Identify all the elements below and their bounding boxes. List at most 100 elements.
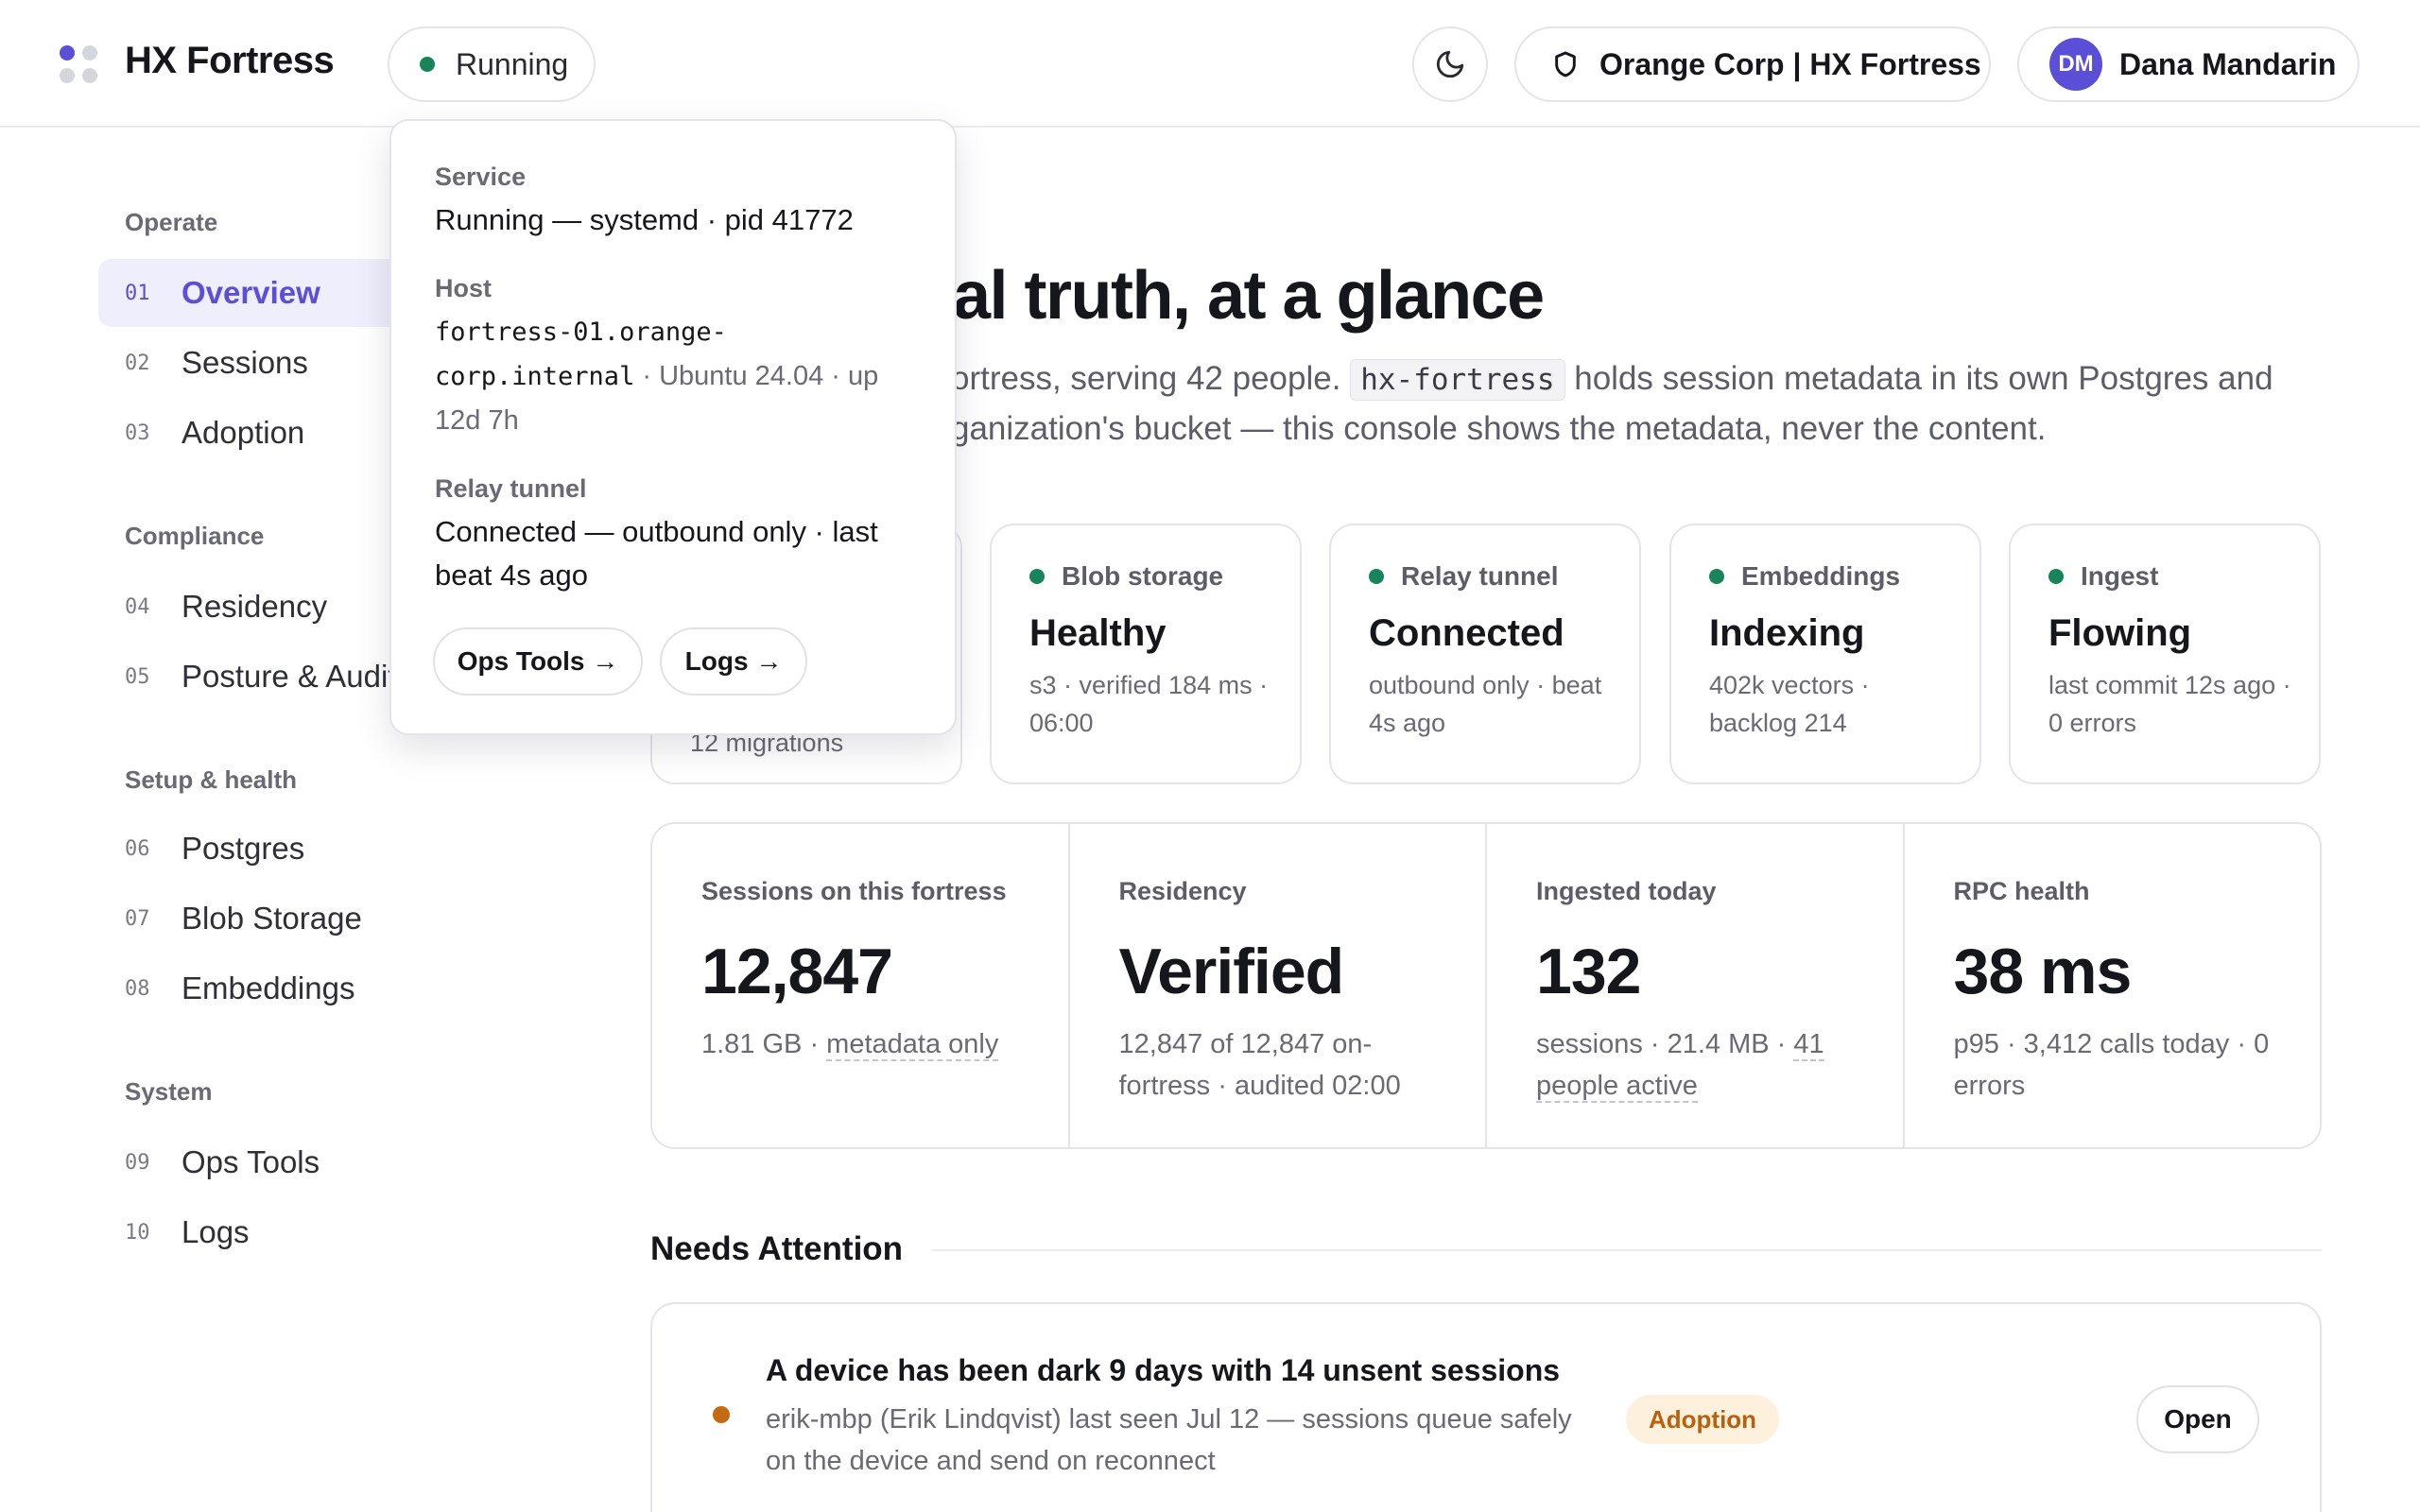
service-code-chip: hx-fortress (1350, 359, 1565, 401)
sidebar-item-blob-storage[interactable]: 07 Blob Storage (98, 885, 410, 953)
theme-toggle-button[interactable] (1412, 26, 1488, 102)
page-description-line-2: ganization's bucket — this console shows… (951, 410, 2047, 447)
health-card-value: Flowing (2048, 612, 2192, 654)
sidebar-item-label: Adoption (182, 415, 305, 450)
stat-detail: 12,847 of 12,847 on-fortress · audited 0… (1118, 1029, 1401, 1101)
stat-label: Residency (1118, 877, 1247, 905)
shield-icon (1555, 51, 1576, 77)
sidebar-item-number: 07 (125, 906, 150, 931)
health-card-relay-tunnel[interactable]: Relay tunnel Connected outbound only · b… (1329, 524, 1641, 784)
sidebar-item-number: 08 (125, 976, 150, 1001)
stat-residency: Residency Verified 12,847 of 12,847 on-f… (1070, 824, 1487, 1147)
health-card-detail: outbound only · beat 4s ago (1369, 671, 1602, 737)
stat-value: 12,847 (701, 936, 893, 1007)
attention-item: A device has been dark 9 days with 14 un… (650, 1302, 2322, 1512)
sidebar-section-system: System (125, 1077, 213, 1106)
sidebar-item-ops-tools[interactable]: 09 Ops Tools (98, 1128, 410, 1196)
sidebar-item-posture-audit[interactable]: 05 Posture & Audit (98, 643, 410, 711)
sidebar-item-label: Posture & Audit (182, 659, 397, 694)
status-dot-icon (1709, 569, 1724, 584)
service-status-button[interactable]: Running (388, 26, 596, 102)
page-description: ortress, serving 42 people. hx-fortress … (951, 359, 2273, 401)
warning-dot-icon (713, 1406, 730, 1423)
health-card-value: Connected (1369, 612, 1564, 654)
relay-tunnel-value: Connected — outbound only · last beat 4s… (435, 515, 878, 592)
host-label: Host (435, 274, 492, 302)
health-card-ingest[interactable]: Ingest Flowing last commit 12s ago · 0 e… (2009, 524, 2321, 784)
service-value: Running — systemd · pid 41772 (435, 203, 854, 236)
sidebar-item-label: Overview (182, 275, 320, 310)
sidebar-item-number: 06 (125, 836, 150, 861)
sidebar-item-label: Postgres (182, 831, 305, 866)
status-dot-icon (1369, 569, 1384, 584)
sidebar-section-setup-health: Setup & health (125, 765, 298, 794)
health-card-value: Healthy (1029, 612, 1167, 654)
section-divider (932, 1249, 2322, 1251)
status-dot-icon (420, 57, 435, 72)
status-dot-icon (1029, 569, 1045, 584)
health-card-label: Blob storage (1029, 561, 1300, 592)
health-card-blob-storage[interactable]: Blob storage Healthy s3 · verified 184 m… (990, 524, 1302, 784)
health-card-detail: s3 · verified 184 ms · 06:00 (1029, 671, 1269, 737)
description-text: holds session metadata in its own Postgr… (1574, 360, 2273, 397)
metadata-only-link[interactable]: metadata only (826, 1029, 999, 1061)
stat-detail: p95 · 3,412 calls today · 0 errors (1953, 1029, 2270, 1101)
top-bar: HX Fortress Running Orange Corp | HX For… (0, 0, 2420, 128)
open-button[interactable]: Open (2136, 1385, 2259, 1453)
health-card-value: Indexing (1709, 612, 1865, 654)
sidebar-item-adoption[interactable]: 03 Adoption (98, 399, 410, 467)
user-menu-button[interactable]: DM Dana Mandarin (2017, 26, 2360, 102)
sidebar-item-logs[interactable]: 10 Logs (98, 1198, 410, 1266)
stats-panel: Sessions on this fortress 12,847 1.81 GB… (650, 822, 2322, 1149)
logs-button[interactable]: Logs → (660, 627, 807, 696)
moon-icon (1436, 50, 1464, 78)
stat-value: 132 (1536, 936, 1641, 1007)
health-card-label: Ingest (2048, 561, 2319, 592)
needs-attention-heading: Needs Attention (650, 1230, 904, 1267)
host-value: fortress-01.orange-corp.internal · Ubunt… (435, 310, 908, 442)
health-card-label: Embeddings (1709, 561, 1979, 592)
health-card-label: Relay tunnel (1369, 561, 1639, 592)
user-name: Dana Mandarin (2119, 46, 2337, 81)
status-dot-icon (2048, 569, 2064, 584)
stat-value: Verified (1118, 936, 1345, 1007)
sidebar-section-operate: Operate (125, 208, 218, 236)
stat-label: Sessions on this fortress (701, 877, 1007, 905)
logo-icon (60, 45, 99, 85)
sidebar-item-residency[interactable]: 04 Residency (98, 573, 410, 641)
stat-label: RPC health (1953, 877, 2090, 905)
health-card-embeddings[interactable]: Embeddings Indexing 402k vectors · backl… (1669, 524, 1981, 784)
avatar: DM (2049, 38, 2102, 91)
sidebar-item-number: 02 (125, 351, 150, 375)
ops-tools-button[interactable]: Ops Tools → (433, 627, 643, 696)
sidebar-item-number: 09 (125, 1150, 150, 1175)
stat-label: Ingested today (1536, 877, 1717, 905)
stat-ingested-today: Ingested today 132 sessions · 21.4 MB · … (1487, 824, 1905, 1147)
sidebar-item-overview[interactable]: 01 Overview (98, 259, 410, 327)
sidebar-item-embeddings[interactable]: 08 Embeddings (98, 954, 410, 1022)
stat-value: 38 ms (1953, 936, 2133, 1007)
sidebar-item-number: 05 (125, 664, 150, 689)
sidebar-item-number: 03 (125, 421, 150, 445)
sidebar-item-postgres[interactable]: 06 Postgres (98, 815, 410, 883)
description-text: ortress, serving 42 people. (951, 360, 1341, 397)
sidebar-item-number: 04 (125, 594, 150, 619)
org-switcher-button[interactable]: Orange Corp | HX Fortress (1514, 26, 1991, 102)
sidebar-item-label: Logs (182, 1214, 250, 1249)
service-status-label: Running (456, 46, 569, 81)
health-card-detail: 402k vectors · backlog 214 (1709, 671, 1870, 737)
attention-title: A device has been dark 9 days with 14 un… (766, 1353, 1561, 1387)
category-badge: Adoption (1626, 1395, 1780, 1444)
stat-detail: sessions · 21.4 MB · 41 people active (1536, 1029, 1824, 1103)
brand-name[interactable]: HX Fortress (125, 40, 335, 82)
attention-description: erik-mbp (Erik Lindqvist) last seen Jul … (766, 1404, 1572, 1476)
health-card-detail: last commit 12s ago · 0 errors (2048, 671, 2291, 737)
relay-tunnel-label: Relay tunnel (435, 474, 587, 503)
sidebar-section-compliance: Compliance (125, 522, 265, 550)
sidebar-item-label: Ops Tools (182, 1144, 320, 1179)
sidebar-item-label: Sessions (182, 345, 308, 380)
stat-rpc-health: RPC health 38 ms p95 · 3,412 calls today… (1905, 824, 2321, 1147)
sidebar-item-sessions[interactable]: 02 Sessions (98, 329, 410, 397)
page-title: al truth, at a glance (953, 258, 1545, 334)
sidebar-item-label: Embeddings (182, 971, 355, 1005)
